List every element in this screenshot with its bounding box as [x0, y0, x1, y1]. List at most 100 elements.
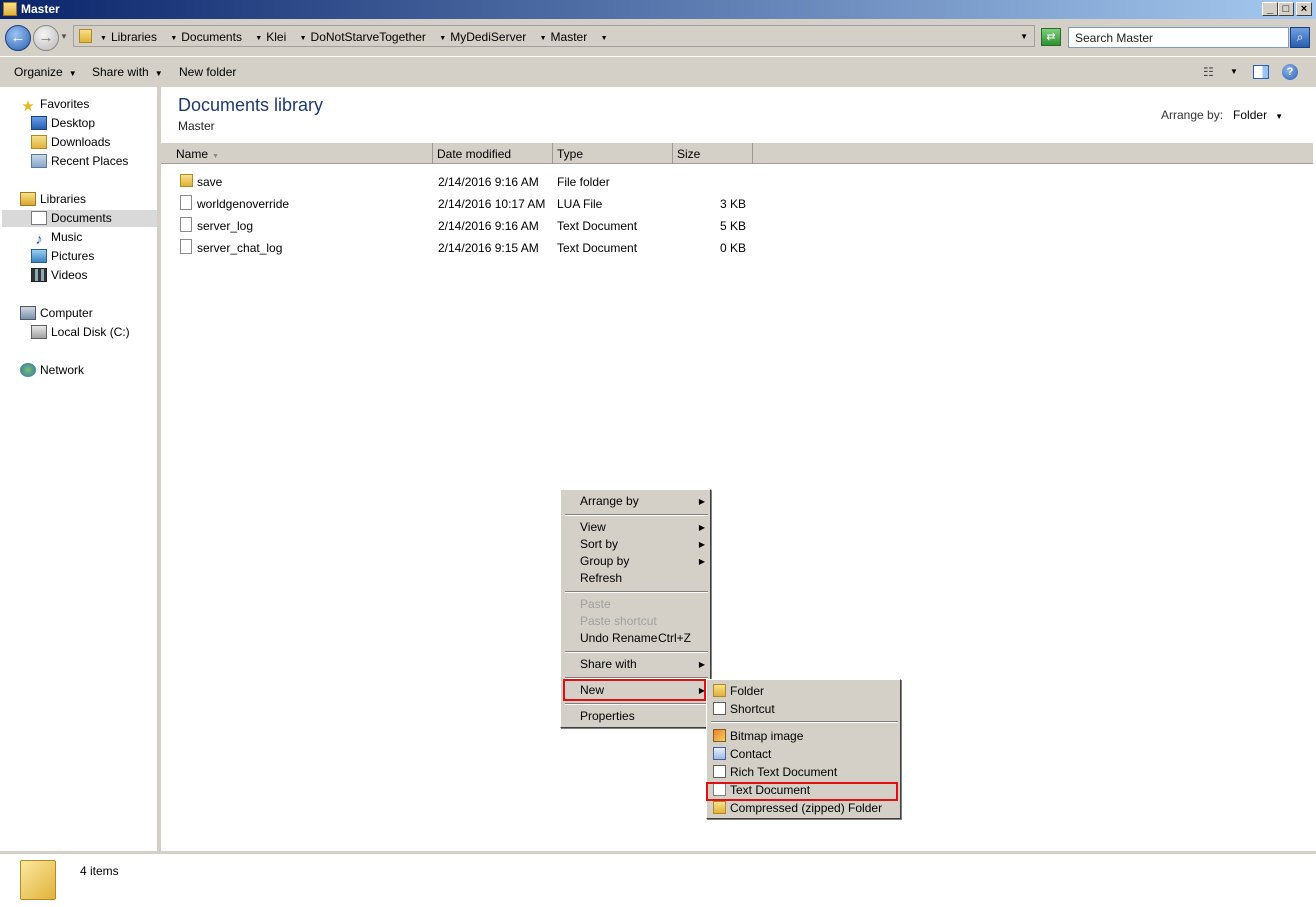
address-bar[interactable]: ▼ Libraries ▼ Documents ▼ Klei ▼ DoNotStarve… — [73, 25, 1035, 47]
nav-label: Favorites — [40, 97, 90, 111]
column-name[interactable]: Name ▼ — [161, 143, 433, 164]
submenu-item-contact[interactable]: Contact — [710, 745, 899, 763]
address-history-dropdown[interactable]: ▼ — [1020, 32, 1028, 41]
search-button[interactable]: ⌕ — [1290, 27, 1310, 48]
view-options-icon[interactable]: ☷ — [1203, 65, 1214, 79]
computer-icon — [20, 306, 36, 320]
nav-desktop[interactable]: Desktop — [31, 115, 95, 132]
nav-documents[interactable]: Documents — [2, 210, 157, 227]
menu-item-refresh[interactable]: Refresh — [564, 570, 709, 587]
chevron-right-icon[interactable]: ▼ — [300, 35, 307, 42]
breadcrumb-master[interactable]: Master — [551, 30, 588, 44]
nav-computer[interactable]: Computer — [20, 305, 93, 322]
file-name: server_log — [197, 219, 254, 233]
submenu-item-folder[interactable]: Folder — [710, 682, 899, 700]
menu-item-undo-rename[interactable]: Undo Rename Ctrl+Z — [564, 630, 709, 647]
text-file-icon — [180, 217, 192, 232]
new-folder-button[interactable]: New folder — [179, 65, 236, 79]
preview-pane-icon[interactable] — [1253, 65, 1269, 79]
recent-pages-dropdown[interactable]: ▼ — [60, 32, 68, 41]
breadcrumb-mydediserver[interactable]: MyDediServer — [450, 30, 526, 44]
view-dropdown-icon[interactable]: ▼ — [1230, 67, 1238, 76]
nav-label: Computer — [40, 306, 93, 320]
chevron-down-icon[interactable]: ▼ — [1275, 112, 1283, 121]
documents-icon — [31, 211, 47, 225]
column-label: Name — [176, 147, 209, 161]
chevron-right-icon[interactable]: ▼ — [601, 35, 608, 42]
nav-recent-places[interactable]: Recent Places — [31, 153, 128, 170]
file-row[interactable]: save 2/14/2016 9:16 AM File folder — [161, 171, 861, 193]
chevron-right-icon[interactable]: ▼ — [540, 35, 547, 42]
nav-favorites[interactable]: ★ Favorites — [20, 96, 90, 114]
breadcrumb-documents[interactable]: Documents — [181, 30, 242, 44]
chevron-right-icon[interactable]: ▼ — [439, 35, 446, 42]
breadcrumb-libraries[interactable]: Libraries — [111, 30, 157, 44]
submenu-arrow-icon: ▶ — [698, 557, 705, 566]
nav-libraries[interactable]: Libraries — [20, 191, 86, 208]
arrange-by-label: Arrange by: — [1161, 108, 1224, 122]
close-button[interactable]: × — [1296, 2, 1312, 16]
share-with-button[interactable]: Share with ▼ — [92, 65, 163, 79]
file-size: 0 KB — [719, 241, 746, 255]
menu-item-arrange-by[interactable]: Arrange by ▶ — [564, 493, 709, 510]
menu-item-paste[interactable]: Paste — [564, 596, 709, 613]
column-type[interactable]: Type — [553, 143, 673, 164]
arrange-by-dropdown[interactable]: Folder — [1233, 108, 1267, 122]
column-label: Type — [557, 147, 584, 161]
submenu-item-bitmap[interactable]: Bitmap image — [710, 727, 899, 745]
breadcrumb-klei[interactable]: Klei — [266, 30, 286, 44]
file-row[interactable]: worldgenoverride 2/14/2016 10:17 AM LUA … — [161, 193, 861, 215]
column-label: Size — [677, 147, 701, 161]
file-name: save — [197, 175, 223, 189]
nav-downloads[interactable]: Downloads — [31, 134, 110, 151]
contact-icon — [713, 747, 726, 760]
menu-item-share-with[interactable]: Share with ▶ — [564, 656, 709, 673]
nav-videos[interactable]: Videos — [31, 267, 87, 284]
chevron-right-icon[interactable]: ▼ — [170, 35, 177, 42]
nav-network[interactable]: Network — [20, 362, 84, 379]
refresh-button[interactable]: ⇄ — [1041, 28, 1061, 46]
organize-button[interactable]: Organize ▼ — [14, 65, 77, 79]
title-bar: Master _ □ × — [0, 0, 1316, 19]
column-size[interactable]: Size — [673, 143, 753, 164]
breadcrumb-donotstarvetogether[interactable]: DoNotStarveTogether — [311, 30, 426, 44]
chevron-right-icon[interactable]: ▼ — [255, 35, 262, 42]
file-name: worldgenoverride — [197, 197, 290, 211]
menu-separator — [565, 514, 708, 516]
file-type: LUA File — [557, 197, 603, 211]
folder-icon — [3, 2, 17, 16]
text-file-icon — [180, 239, 192, 254]
menu-label: Compressed (zipped) Folder — [730, 801, 883, 815]
chevron-right-icon[interactable]: ▼ — [100, 35, 107, 42]
organize-label: Organize — [14, 65, 63, 79]
menu-item-paste-shortcut[interactable]: Paste shortcut — [564, 613, 709, 630]
nav-pictures[interactable]: Pictures — [31, 248, 94, 265]
nav-label: Recent Places — [51, 154, 129, 168]
file-row[interactable]: server_chat_log 2/14/2016 9:15 AM Text D… — [161, 237, 861, 259]
nav-local-disk[interactable]: Local Disk (C:) — [31, 324, 130, 341]
minimize-button[interactable]: _ — [1262, 2, 1278, 16]
shortcut-icon — [713, 702, 726, 715]
menu-label: Properties — [580, 709, 635, 723]
nav-music[interactable]: ♪ Music — [31, 229, 82, 247]
library-subtitle: Master — [178, 119, 215, 133]
menu-item-view[interactable]: View ▶ — [564, 519, 709, 536]
sort-indicator-icon: ▼ — [212, 153, 219, 160]
back-button[interactable]: ← — [5, 25, 31, 51]
search-input[interactable]: Search Master — [1068, 27, 1289, 48]
file-row[interactable]: server_log 2/14/2016 9:16 AM Text Docume… — [161, 215, 861, 237]
forward-arrow-icon: → — [38, 29, 54, 46]
maximize-button[interactable]: □ — [1278, 2, 1294, 16]
nav-label: Documents — [51, 211, 112, 225]
submenu-item-zip[interactable]: Compressed (zipped) Folder — [710, 799, 899, 817]
menu-item-group-by[interactable]: Group by ▶ — [564, 553, 709, 570]
menu-label: Sort by — [580, 537, 619, 551]
submenu-item-shortcut[interactable]: Shortcut — [710, 700, 899, 718]
column-label: Date modified — [437, 147, 512, 161]
help-icon[interactable]: ? — [1282, 64, 1298, 80]
menu-item-sort-by[interactable]: Sort by ▶ — [564, 536, 709, 553]
column-date[interactable]: Date modified — [433, 143, 553, 164]
submenu-item-rich-text[interactable]: Rich Text Document — [710, 763, 899, 781]
menu-item-properties[interactable]: Properties — [564, 708, 709, 725]
forward-button[interactable]: → — [33, 25, 59, 51]
